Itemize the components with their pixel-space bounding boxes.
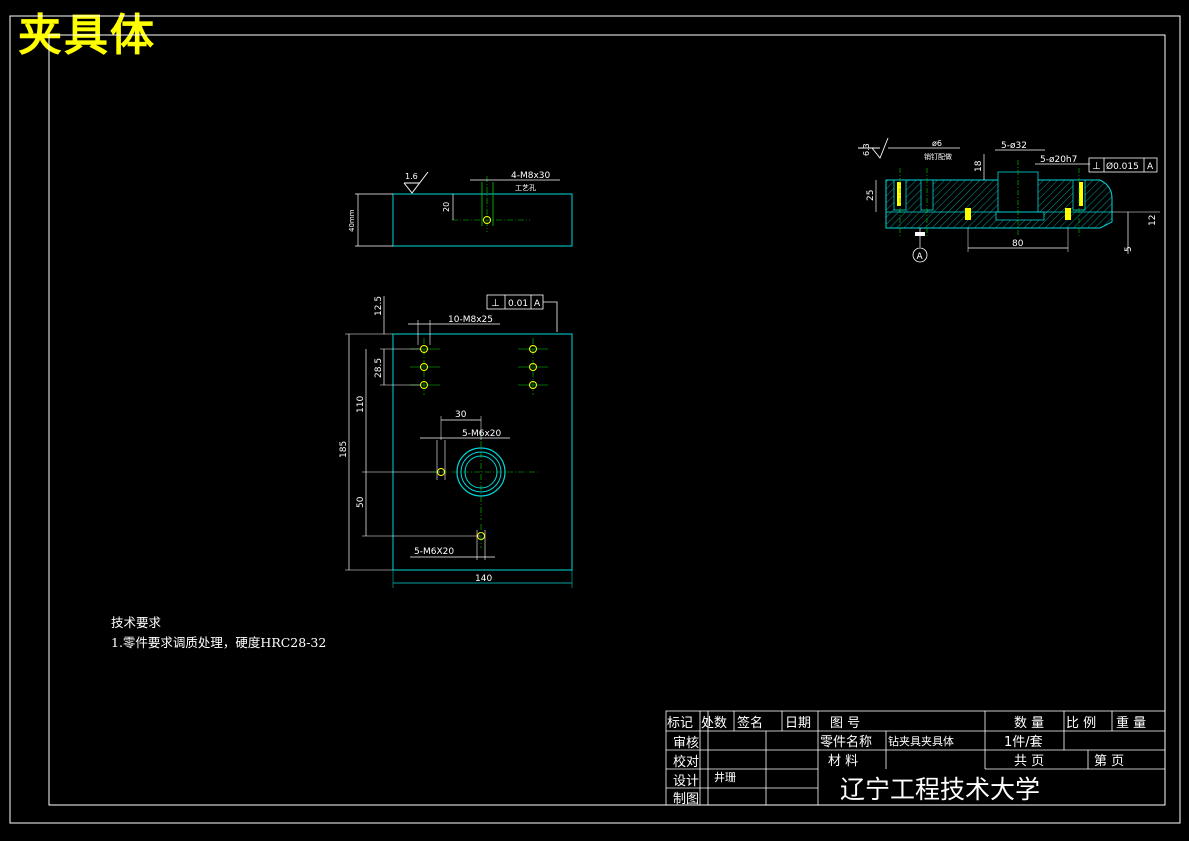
hole-note-20h7: 5-ø20h7: [1040, 155, 1077, 165]
hole-note: 4-M8x30: [511, 171, 551, 181]
tb-institution: 辽宁工程技术大学: [840, 775, 1040, 804]
inner-frame: [48, 34, 1166, 806]
tb-quantity: 1件/套: [1004, 734, 1043, 750]
dim-80: 80: [1012, 239, 1024, 249]
dim-12: 12: [1148, 215, 1158, 226]
tb-page: 第 页: [1094, 754, 1124, 769]
hole-sub-note: 工艺孔: [515, 184, 536, 192]
dim-20: 20: [442, 202, 451, 212]
dim-25: 25: [866, 190, 876, 201]
thread-note-1: 10-M8x25: [448, 315, 493, 325]
dim-140: 140: [475, 574, 492, 584]
dim-5: 5: [1124, 246, 1134, 252]
section-roughness: 6.3: [862, 143, 871, 156]
dim-185: 185: [339, 441, 349, 458]
top-view: 1.6 4-M8x30 工艺孔 20 40mm: [348, 171, 573, 247]
technical-requirements: 技术要求 1.零件要求调质处理，硬度HRC28-32: [111, 613, 326, 653]
datum-label: A: [917, 252, 924, 262]
tolerance-value: 0.01: [508, 299, 528, 309]
section-tol-symbol: ⊥: [1092, 161, 1101, 172]
title-block-text: 标记 处数 签名 日期 图 号 数 量 比 例 重 量 审核 校对 设计 制图 …: [667, 715, 1146, 807]
section-tol-datum: A: [1147, 162, 1154, 172]
dim-28-5: 28.5: [374, 358, 384, 378]
hole-note-pin-sub: 销钉配做: [924, 152, 952, 161]
tb-row-design: 设计: [673, 774, 699, 789]
tb-row-check: 校对: [673, 754, 699, 770]
section-tol-value: Ø0.015: [1106, 161, 1139, 172]
tb-material-label: 材 料: [828, 754, 858, 769]
tb-row-review: 审核: [673, 736, 699, 751]
dim-50: 50: [356, 496, 366, 508]
tb-row-draft: 制图: [673, 792, 699, 807]
tb-header-date: 日期: [785, 716, 811, 731]
tb-total-pages: 共 页: [1014, 754, 1044, 769]
tech-item: 1.零件要求调质处理，硬度HRC28-32: [111, 635, 327, 650]
hole-note-pin: ø6: [932, 139, 942, 148]
tb-scale-header: 比 例: [1066, 716, 1096, 731]
tb-header-drawing-no: 图 号: [830, 716, 860, 731]
tb-header-sign: 签名: [737, 715, 763, 731]
dim-110: 110: [356, 396, 366, 413]
tb-header-mark: 标记: [667, 716, 693, 731]
tech-heading: 技术要求: [111, 615, 162, 630]
tb-designer: 井珊: [714, 770, 736, 784]
tolerance-symbol: ⊥: [491, 298, 500, 309]
section-view: 6.3 ø6 销钉配做 5-ø32 5-ø20h7 ⊥ Ø0.015 A 18 …: [858, 137, 1160, 263]
tb-header-count: 处数: [701, 716, 727, 731]
tb-part-name: 钻夹具夹具体: [888, 734, 954, 748]
tb-weight-header: 重 量: [1116, 715, 1146, 731]
dim-thickness: 40mm: [348, 209, 356, 232]
tb-qty-header: 数 量: [1014, 716, 1044, 731]
front-view: ⊥ 0.01 A 10-M8x25 12.5 28.5 110 185 50 3…: [339, 294, 573, 588]
thread-note-3: 5-M6X20: [414, 547, 454, 557]
tolerance-datum: A: [534, 299, 541, 309]
outer-frame: [9, 15, 1181, 824]
dim-30: 30: [455, 410, 467, 420]
dim-18: 18: [974, 160, 984, 172]
roughness-value: 1.6: [405, 172, 418, 181]
hole-note-32: 5-ø32: [1001, 141, 1027, 151]
dim-12-5: 12.5: [374, 296, 384, 316]
thread-note-2: 5-M6x20: [462, 429, 502, 439]
tb-part-name-label: 零件名称: [820, 734, 872, 750]
drawing-sheet: 1.6 4-M8x30 工艺孔 20 40mm ⊥ 0.01 A 10-M8x2…: [9, 15, 1181, 824]
